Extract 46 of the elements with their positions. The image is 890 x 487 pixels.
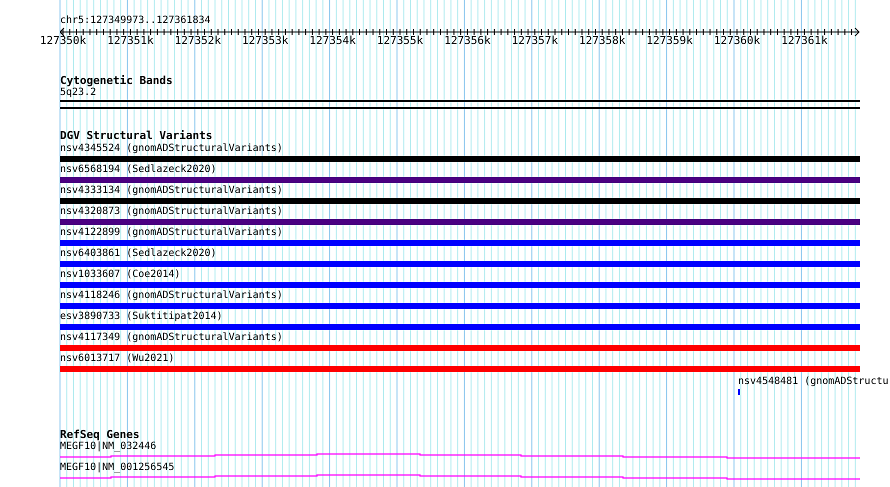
variant-label: nsv4345524 (gnomADStructuralVariants)	[60, 142, 283, 155]
variant-label: nsv6568194 (Sedlazeck2020)	[60, 163, 217, 176]
variant-bar[interactable]	[60, 366, 860, 372]
variant-label: nsv4122899 (gnomADStructuralVariants)	[60, 226, 283, 239]
variant-label: nsv4320873 (gnomADStructuralVariants)	[60, 205, 283, 218]
variant-label: nsv1033607 (Coe2014)	[60, 268, 180, 281]
tick-label: 127354k	[309, 35, 356, 47]
tick-label: 127352k	[174, 35, 221, 47]
gene-model-line[interactable]	[60, 474, 860, 481]
tick-label: 127351k	[107, 35, 154, 47]
tick-label: 127357k	[512, 35, 558, 47]
tick-label: 127360k	[714, 35, 760, 47]
tick-label: 127358k	[579, 35, 626, 47]
tick-label: 127355k	[376, 35, 424, 47]
tick-label: 127350k	[40, 35, 86, 47]
variant-bar[interactable]	[60, 219, 860, 225]
variant-label: nsv6013717 (Wu2021)	[60, 352, 174, 365]
variant-bar[interactable]	[60, 345, 860, 351]
variant-label: nsv4548481 (gnomADStructu	[738, 376, 889, 388]
variant-label: nsv4118246 (gnomADStructuralVariants)	[60, 289, 283, 302]
location-label: chr5:127349973..127361834	[60, 14, 211, 27]
tick-label: 127359k	[646, 35, 693, 47]
variant-bar[interactable]	[60, 324, 860, 330]
gene-label: MEGF10|NM_032446	[60, 441, 156, 453]
variant-label: nsv4333134 (gnomADStructuralVariants)	[60, 184, 283, 197]
variant-bar[interactable]	[60, 303, 860, 309]
track-title: DGV Structural Variants	[60, 130, 212, 142]
tick-label: 127353k	[242, 35, 288, 47]
variant-mark[interactable]	[738, 389, 740, 395]
variant-bar[interactable]	[60, 240, 860, 246]
variant-bar[interactable]	[60, 156, 860, 162]
band-label: 5q23.2	[60, 87, 96, 99]
variant-bar[interactable]	[60, 198, 860, 204]
chromosome-band[interactable]	[60, 100, 860, 109]
variant-bar[interactable]	[60, 282, 860, 288]
variant-label: esv3890733 (Suktitipat2014)	[60, 310, 223, 323]
variant-label: nsv6403861 (Sedlazeck2020)	[60, 247, 217, 260]
gene-model-line[interactable]	[60, 453, 860, 460]
variant-bar[interactable]	[60, 177, 860, 183]
gene-label: MEGF10|NM_001256545	[60, 462, 174, 474]
track-title: RefSeq Genes	[60, 429, 140, 441]
tick-label: 127361k	[781, 35, 828, 47]
variant-label: nsv4117349 (gnomADStructuralVariants)	[60, 331, 283, 344]
tick-label: 127356k	[444, 35, 491, 47]
variant-bar[interactable]	[60, 261, 860, 267]
track-title: Cytogenetic Bands	[60, 75, 173, 87]
